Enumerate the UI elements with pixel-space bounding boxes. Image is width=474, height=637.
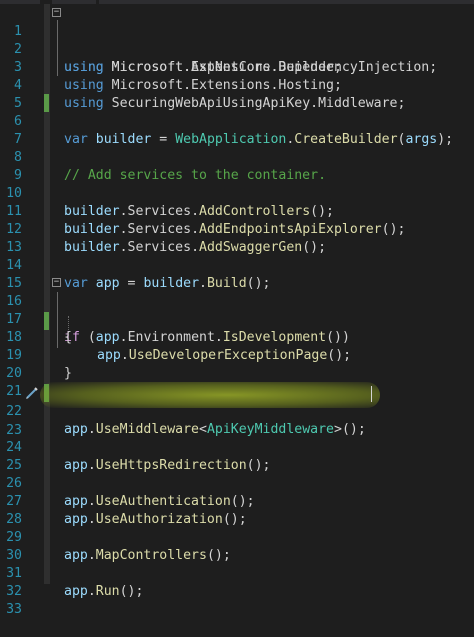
code-line[interactable]: 1 − using Microsoft.AspNetCore.Builder;	[0, 5, 474, 76]
code-line[interactable]: 8 // Add services to the container.	[0, 131, 474, 183]
code-line[interactable]: 3 using Microsoft.Extensions.Hosting;	[0, 41, 474, 93]
code-line[interactable]: 27 app.UseAuthorization();	[0, 475, 474, 527]
code-line[interactable]: 33	[0, 583, 474, 617]
code-line[interactable]: 4 using SecuringWebApiUsingApiKey.Middle…	[0, 59, 474, 111]
code-line[interactable]: 20	[0, 347, 474, 381]
code-line[interactable]: 12 builder.Services.AddSwaggerGen();	[0, 203, 474, 255]
line-number: 33	[6, 602, 22, 617]
code-line[interactable]: 13	[0, 221, 474, 255]
code-line[interactable]: 32	[0, 565, 474, 599]
code-line[interactable]: 17 {	[0, 293, 474, 345]
code-line[interactable]: 10 builder.Services.AddControllers();	[0, 167, 474, 219]
code-editor[interactable]: 1 − using Microsoft.AspNetCore.Builder; …	[0, 0, 474, 617]
code-line-current[interactable]: 22 app.UseMiddleware<ApiKeyMiddleware>()…	[0, 385, 474, 437]
code-line[interactable]: 15	[0, 257, 474, 291]
code-line[interactable]: 23	[0, 404, 474, 438]
code-line[interactable]: 5	[0, 77, 474, 111]
code-line[interactable]: 14 var app = builder.Build();	[0, 239, 474, 291]
code-line[interactable]: 21	[0, 365, 474, 399]
edit-pencil-icon[interactable]	[25, 386, 39, 400]
code-line[interactable]: 9	[0, 149, 474, 183]
code-line[interactable]: 29 app.MapControllers();	[0, 511, 474, 563]
code-line[interactable]: 2 using Microsoft.Extensions.DependencyI…	[0, 23, 474, 75]
code-line[interactable]: 19 }	[0, 329, 474, 381]
fold-collapse-icon[interactable]: −	[52, 8, 61, 17]
code-line[interactable]: 26 app.UseAuthentication();	[0, 457, 474, 509]
code-line[interactable]: 18 app.UseDeveloperExceptionPage();	[0, 311, 474, 363]
code-line[interactable]: 25	[0, 439, 474, 473]
fold-collapse-icon[interactable]: −	[52, 278, 61, 287]
code-line[interactable]: 7	[0, 113, 474, 147]
code-line[interactable]: 6 var builder = WebApplication.CreateBui…	[0, 95, 474, 147]
editor-top-border	[0, 0, 474, 4]
code-line[interactable]: 30	[0, 529, 474, 563]
code-line[interactable]: 16 − if (app.Environment.IsDevelopment()…	[0, 275, 474, 346]
text-cursor	[371, 386, 372, 402]
code-line[interactable]: 31 app.Run();	[0, 547, 474, 599]
code-line[interactable]: 11 builder.Services.AddEndpointsApiExplo…	[0, 185, 474, 237]
code-line[interactable]: 28	[0, 493, 474, 527]
code-line[interactable]: 24 app.UseHttpsRedirection();	[0, 421, 474, 473]
